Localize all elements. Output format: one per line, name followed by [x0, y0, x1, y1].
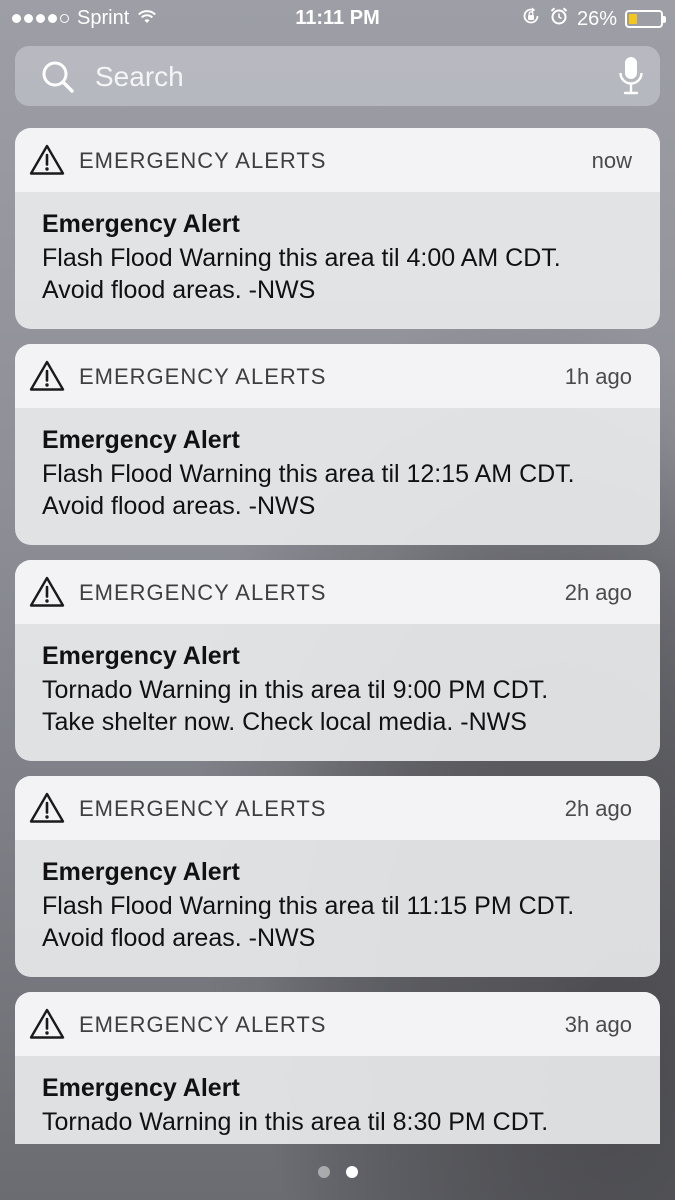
- notification-title: Emergency Alert: [42, 1074, 240, 1102]
- notification-header: EMERGENCY ALERTS 2h ago: [15, 560, 660, 624]
- microphone-icon[interactable]: [618, 56, 644, 101]
- notification-list[interactable]: EMERGENCY ALERTS now Emergency Alert Fla…: [0, 128, 675, 1144]
- warning-icon: [29, 575, 65, 613]
- notification-card[interactable]: EMERGENCY ALERTS now Emergency Alert Fla…: [15, 128, 660, 329]
- notification-body-line: Flash Flood Warning this area til 12:15 …: [42, 460, 575, 488]
- battery-level: [629, 14, 637, 24]
- notification-time: 2h ago: [564, 796, 632, 821]
- alarm-icon: [549, 6, 569, 32]
- notification-body: Tornado Warning in this area til 8:30 PM…: [42, 1106, 642, 1138]
- notification-header: EMERGENCY ALERTS 3h ago: [15, 992, 660, 1056]
- notification-body: Tornado Warning in this area til 9:00 PM…: [42, 674, 642, 738]
- notification-body-line: Take shelter now. Check local media. -NW…: [42, 708, 527, 736]
- notification-body-line: Flash Flood Warning this area til 11:15 …: [42, 892, 575, 920]
- notification-body-line: Avoid flood areas. -NWS: [42, 492, 316, 520]
- notification-body-line: Avoid flood areas. -NWS: [42, 276, 316, 304]
- notification-title: Emergency Alert: [42, 426, 240, 454]
- notification-header: EMERGENCY ALERTS now: [15, 128, 660, 192]
- page-indicator[interactable]: [0, 1166, 675, 1178]
- notification-card[interactable]: EMERGENCY ALERTS 1h ago Emergency Alert …: [15, 344, 660, 545]
- app-name: EMERGENCY ALERTS: [79, 1012, 327, 1037]
- warning-icon: [29, 791, 65, 829]
- notification-body-line: Tornado Warning in this area til 9:00 PM…: [42, 676, 549, 704]
- app-name: EMERGENCY ALERTS: [79, 364, 327, 389]
- notification-body-line: Tornado Warning in this area til 8:30 PM…: [42, 1108, 549, 1136]
- page-dot-current[interactable]: [345, 1166, 358, 1178]
- notification-time: 3h ago: [564, 1012, 632, 1037]
- notification-body-line: Avoid flood areas. -NWS: [42, 924, 316, 952]
- notification-body: Flash Flood Warning this area til 12:15 …: [42, 458, 642, 522]
- notification-title: Emergency Alert: [42, 210, 240, 238]
- notification-card[interactable]: EMERGENCY ALERTS 3h ago Emergency Alert …: [15, 992, 660, 1144]
- app-name: EMERGENCY ALERTS: [79, 580, 327, 605]
- app-name: EMERGENCY ALERTS: [79, 148, 327, 173]
- notification-time: 2h ago: [564, 580, 632, 605]
- notification-body: Flash Flood Warning this area til 11:15 …: [42, 890, 642, 954]
- warning-icon: [29, 359, 65, 397]
- notification-card[interactable]: EMERGENCY ALERTS 2h ago Emergency Alert …: [15, 776, 660, 977]
- notification-body-line: Flash Flood Warning this area til 4:00 A…: [42, 244, 561, 272]
- notification-title: Emergency Alert: [42, 858, 240, 886]
- search-bar[interactable]: Search: [15, 46, 660, 106]
- status-bar: Sprint 11:11 PM 26%: [0, 0, 675, 38]
- notification-time: 1h ago: [564, 364, 632, 389]
- notification-card[interactable]: EMERGENCY ALERTS 2h ago Emergency Alert …: [15, 560, 660, 761]
- search-icon: [41, 60, 75, 99]
- orientation-lock-icon: [521, 6, 541, 32]
- notification-title: Emergency Alert: [42, 642, 240, 670]
- search-input[interactable]: Search: [95, 61, 184, 93]
- notification-header: EMERGENCY ALERTS 1h ago: [15, 344, 660, 408]
- page-dot[interactable]: [317, 1166, 330, 1178]
- notification-header: EMERGENCY ALERTS 2h ago: [15, 776, 660, 840]
- notification-body: Flash Flood Warning this area til 4:00 A…: [42, 242, 642, 306]
- battery-percent: 26%: [576, 7, 617, 30]
- status-right: 26%: [521, 6, 666, 32]
- warning-icon: [29, 1007, 65, 1045]
- app-name: EMERGENCY ALERTS: [79, 796, 327, 821]
- warning-icon: [29, 143, 65, 181]
- battery-icon: [625, 10, 666, 28]
- notification-time: now: [591, 148, 632, 173]
